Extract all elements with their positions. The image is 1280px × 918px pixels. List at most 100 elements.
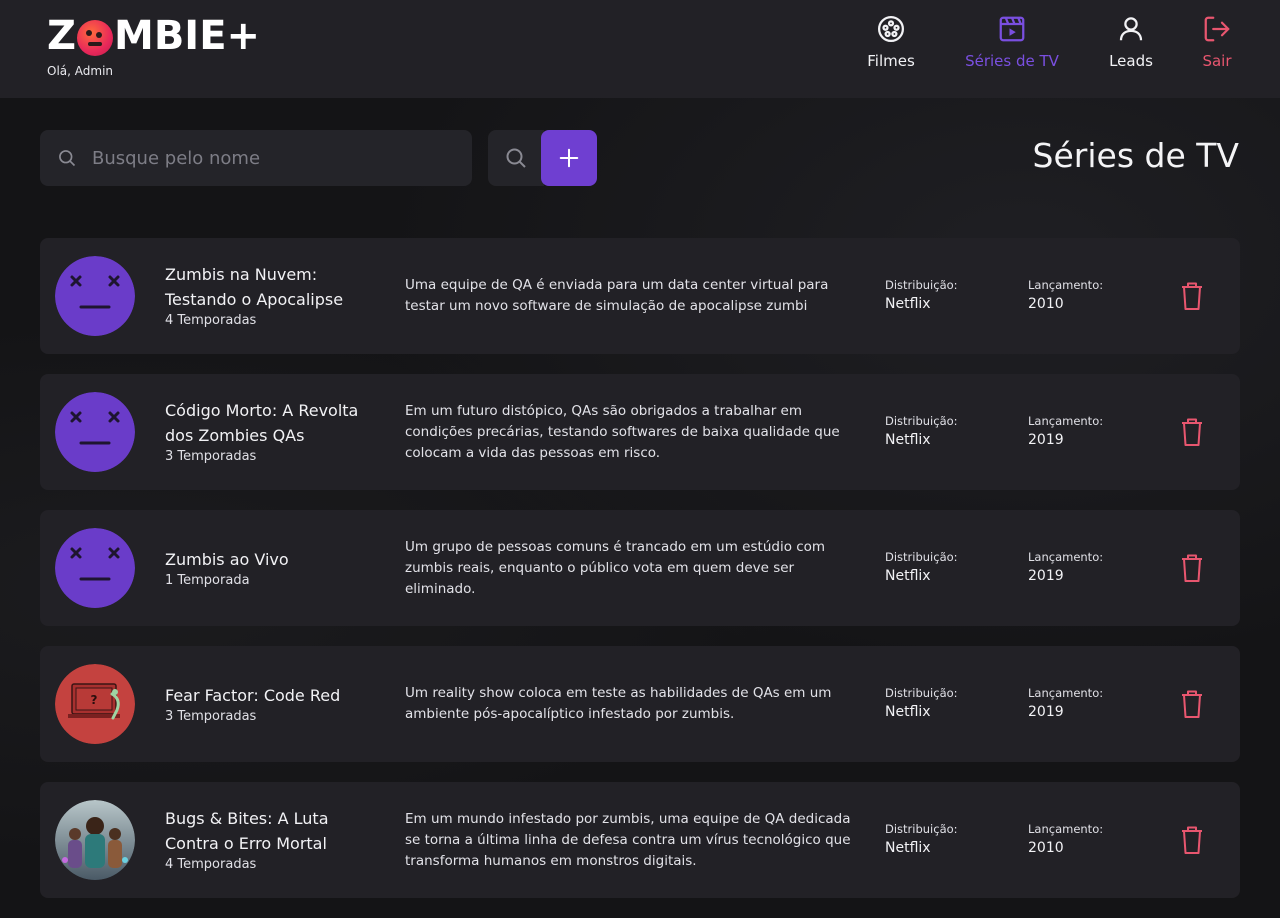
nav-label-sair: Sair (1202, 52, 1232, 70)
series-row: Bugs & Bites: A Luta Contra o Erro Morta… (40, 782, 1240, 898)
series-description: Um grupo de pessoas comuns é trancado em… (405, 510, 860, 626)
series-description-text: Em um futuro distópico, QAs são obrigado… (405, 402, 840, 461)
group-poster-cover-icon (55, 800, 135, 880)
series-title-block: Zumbis ao Vivo 1 Temporada (165, 510, 385, 626)
series-title[interactable]: Bugs & Bites: A Luta Contra o Erro Morta… (165, 806, 385, 856)
nav-item-sair[interactable]: Sair (1202, 14, 1232, 84)
logo-text-right: MBIE+ (114, 13, 261, 59)
svg-text:?: ? (91, 693, 98, 707)
release-value: 2010 (1028, 840, 1064, 856)
series-description-text: Uma equipe de QA é enviada para um data … (405, 277, 829, 314)
distribution-value: Netflix (885, 432, 931, 448)
series-distribution: Distribuição: Netflix (885, 238, 1005, 354)
release-value: 2019 (1028, 568, 1064, 584)
distribution-label: Distribuição: (885, 686, 958, 700)
series-release: Lançamento: 2019 (1028, 646, 1138, 762)
series-row: Zumbis na Nuvem: Testando o Apocalipse 4… (40, 238, 1240, 354)
release-label: Lançamento: (1028, 822, 1104, 836)
nav-label-filmes: Filmes (867, 52, 915, 70)
nav-item-filmes[interactable]: Filmes (866, 14, 916, 84)
placeholder-face-icon (55, 528, 135, 608)
series-title-block: Bugs & Bites: A Luta Contra o Erro Morta… (165, 782, 385, 898)
series-release: Lançamento: 2010 (1028, 238, 1138, 354)
nav-label-series-de-tv: Séries de TV (965, 52, 1059, 70)
series-seasons: 4 Temporadas (165, 313, 257, 328)
logo-text-left: Z (47, 13, 77, 59)
release-label: Lançamento: (1028, 414, 1104, 428)
series-cover-placeholder (55, 528, 135, 608)
distribution-value: Netflix (885, 568, 931, 584)
series-seasons: 3 Temporadas (165, 708, 257, 724)
zombie-face-logo-icon (77, 20, 114, 56)
plus-icon (559, 148, 579, 168)
add-series-button[interactable] (541, 130, 597, 186)
delete-trash-icon[interactable] (1180, 825, 1204, 855)
series-release: Lançamento: 2019 (1028, 510, 1138, 626)
series-seasons: 4 Temporadas (165, 857, 257, 872)
series-cover-image (55, 800, 135, 880)
series-distribution: Distribuição: Netflix (885, 782, 1005, 898)
search-icon (59, 150, 76, 167)
series-release: Lançamento: 2019 (1028, 374, 1138, 490)
delete-trash-icon[interactable] (1180, 553, 1204, 583)
search-input[interactable] (92, 130, 462, 186)
fear-factor-cover-icon: ? (55, 664, 135, 744)
series-cover-placeholder (55, 256, 135, 336)
search-icon (506, 148, 526, 168)
series-cover-image: ? (55, 664, 135, 744)
user-icon (1119, 17, 1143, 41)
distribution-label: Distribuição: (885, 414, 958, 428)
release-value: 2010 (1028, 296, 1064, 312)
series-cover-placeholder (55, 392, 135, 472)
search-box (40, 130, 472, 186)
delete-trash-icon[interactable] (1180, 689, 1204, 719)
release-value: 2019 (1028, 432, 1064, 448)
release-label: Lançamento: (1028, 278, 1104, 292)
distribution-value: Netflix (885, 296, 931, 312)
release-value: 2019 (1028, 704, 1064, 720)
series-title-block: Fear Factor: Code Red 3 Temporadas (165, 646, 385, 762)
series-description: Um reality show coloca em teste as habil… (405, 646, 860, 762)
series-row: Código Morto: A Revolta dos Zombies QAs … (40, 374, 1240, 490)
series-list: Zumbis na Nuvem: Testando o Apocalipse 4… (40, 238, 1240, 918)
series-description: Uma equipe de QA é enviada para um data … (405, 238, 860, 354)
placeholder-face-icon (55, 392, 135, 472)
series-seasons: 3 Temporadas (165, 449, 257, 464)
release-label: Lançamento: (1028, 686, 1104, 700)
series-description: Em um futuro distópico, QAs são obrigado… (405, 374, 860, 490)
clapperboard-icon (999, 16, 1025, 42)
series-title[interactable]: Código Morto: A Revolta dos Zombies QAs (165, 398, 385, 448)
zombie-plus-logo[interactable]: Z MBIE+ (47, 14, 260, 58)
series-row: ? Fear Factor: Code Red 3 Temporadas Um … (40, 646, 1240, 762)
logout-icon (1204, 16, 1230, 42)
series-description: Em um mundo infestado por zumbis, uma eq… (405, 782, 860, 898)
search-button[interactable] (488, 130, 544, 186)
film-reel-icon (878, 16, 904, 42)
series-seasons: 1 Temporada (165, 572, 250, 588)
series-description-text: Um grupo de pessoas comuns é trancado em… (405, 538, 826, 597)
series-title[interactable]: Zumbis ao Vivo (165, 547, 385, 572)
series-distribution: Distribuição: Netflix (885, 510, 1005, 626)
series-release: Lançamento: 2010 (1028, 782, 1138, 898)
distribution-label: Distribuição: (885, 550, 958, 564)
page-title: Séries de TV (1032, 136, 1239, 175)
delete-trash-icon[interactable] (1180, 281, 1204, 311)
series-title-block: Zumbis na Nuvem: Testando o Apocalipse 4… (165, 238, 385, 354)
series-row: Zumbis ao Vivo 1 Temporada Um grupo de p… (40, 510, 1240, 626)
distribution-value: Netflix (885, 840, 931, 856)
release-label: Lançamento: (1028, 550, 1104, 564)
series-description-text: Um reality show coloca em teste as habil… (405, 685, 832, 722)
distribution-label: Distribuição: (885, 278, 958, 292)
series-title[interactable]: Fear Factor: Code Red (165, 683, 385, 708)
placeholder-face-icon (55, 256, 135, 336)
distribution-value: Netflix (885, 704, 931, 720)
series-title[interactable]: Zumbis na Nuvem: Testando o Apocalipse (165, 262, 385, 312)
series-title-block: Código Morto: A Revolta dos Zombies QAs … (165, 374, 385, 490)
nav-item-leads[interactable]: Leads (1108, 14, 1154, 84)
nav-item-series-de-tv[interactable]: Séries de TV (963, 14, 1061, 84)
series-distribution: Distribuição: Netflix (885, 646, 1005, 762)
user-greeting: Olá, Admin (47, 64, 114, 78)
series-description-text: Em um mundo infestado por zumbis, uma eq… (405, 810, 851, 869)
distribution-label: Distribuição: (885, 822, 958, 836)
delete-trash-icon[interactable] (1180, 417, 1204, 447)
